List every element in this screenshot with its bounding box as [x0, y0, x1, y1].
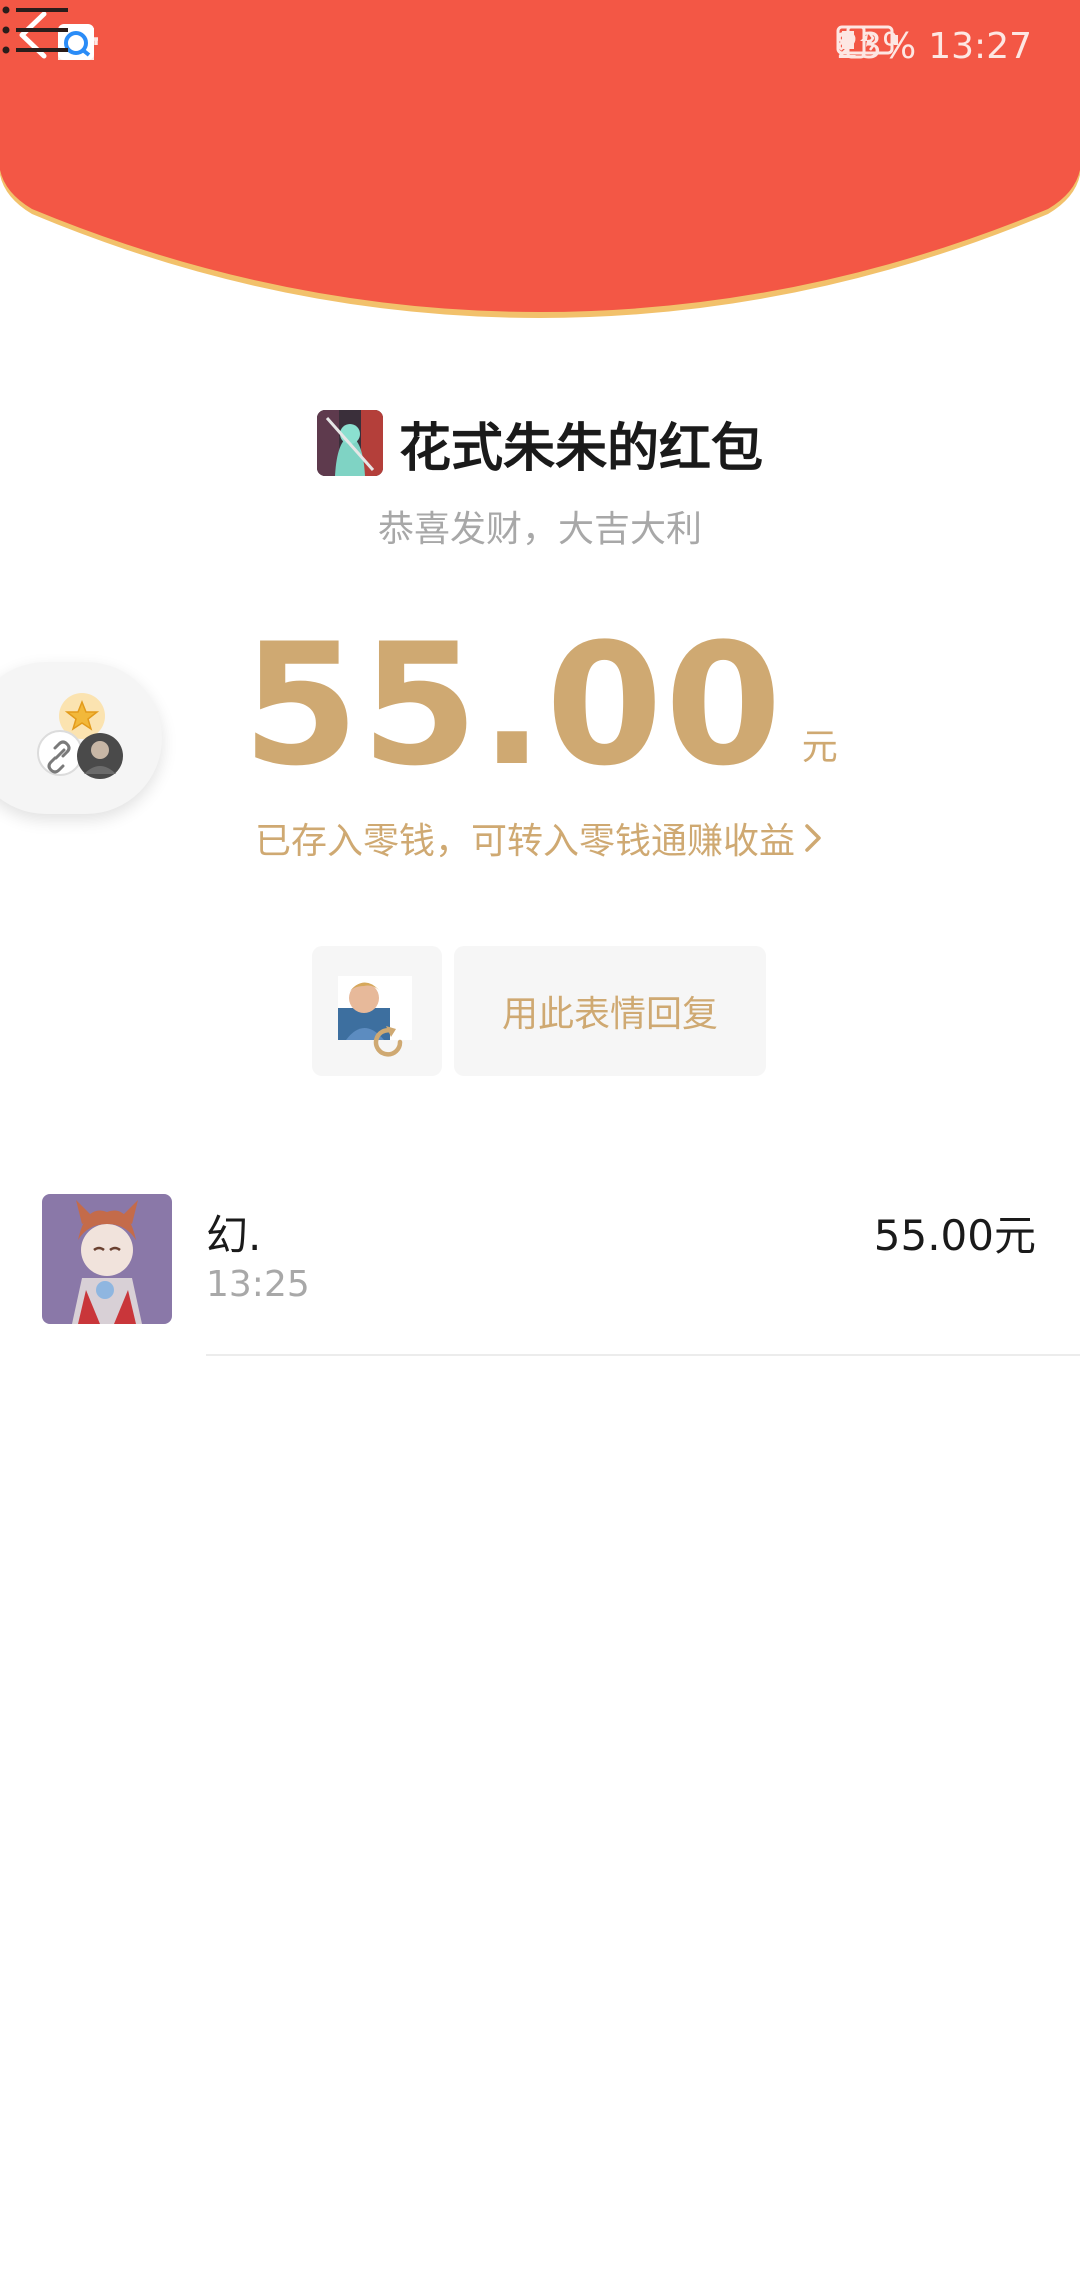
receiver-name: 幻.	[206, 1211, 262, 1260]
sender-avatar[interactable]	[316, 410, 383, 476]
stored-to-change-link[interactable]: 已存入零钱，可转入零钱通赚收益	[0, 812, 1080, 864]
battery-icon	[836, 25, 899, 55]
receiver-avatar[interactable]	[42, 1194, 172, 1324]
menu-list-icon[interactable]	[0, 0, 70, 60]
clock: 13:27	[928, 25, 1032, 67]
reply-with-sticker-button[interactable]: 用此表情回复	[454, 946, 766, 1076]
envelope-title-row: 花式朱朱的红包	[0, 408, 1080, 479]
sticker-preview[interactable]	[312, 946, 442, 1076]
receive-record-row[interactable]: 幻. 13:25 55.00元	[0, 1190, 1080, 1356]
chevron-right-icon	[805, 824, 821, 852]
stored-note: 已存入零钱，可转入零钱通赚收益	[254, 821, 795, 862]
reply-button-label: 用此表情回复	[501, 994, 718, 1035]
amount-unit: 元	[801, 727, 838, 768]
envelope-wish: 恭喜发财，大吉大利	[377, 509, 702, 550]
receive-amount: 55.00元	[873, 1211, 1036, 1260]
red-envelope-header: 4G	[0, 0, 1080, 330]
status-bar: 4G	[0, 0, 1080, 92]
envelope-title: 花式朱朱的红包	[398, 418, 763, 479]
receive-time: 13:25	[206, 1264, 310, 1305]
row-divider	[206, 1354, 1080, 1356]
received-amount: 55.00	[242, 607, 784, 803]
amount-row: 55.00 元	[0, 620, 1080, 790]
